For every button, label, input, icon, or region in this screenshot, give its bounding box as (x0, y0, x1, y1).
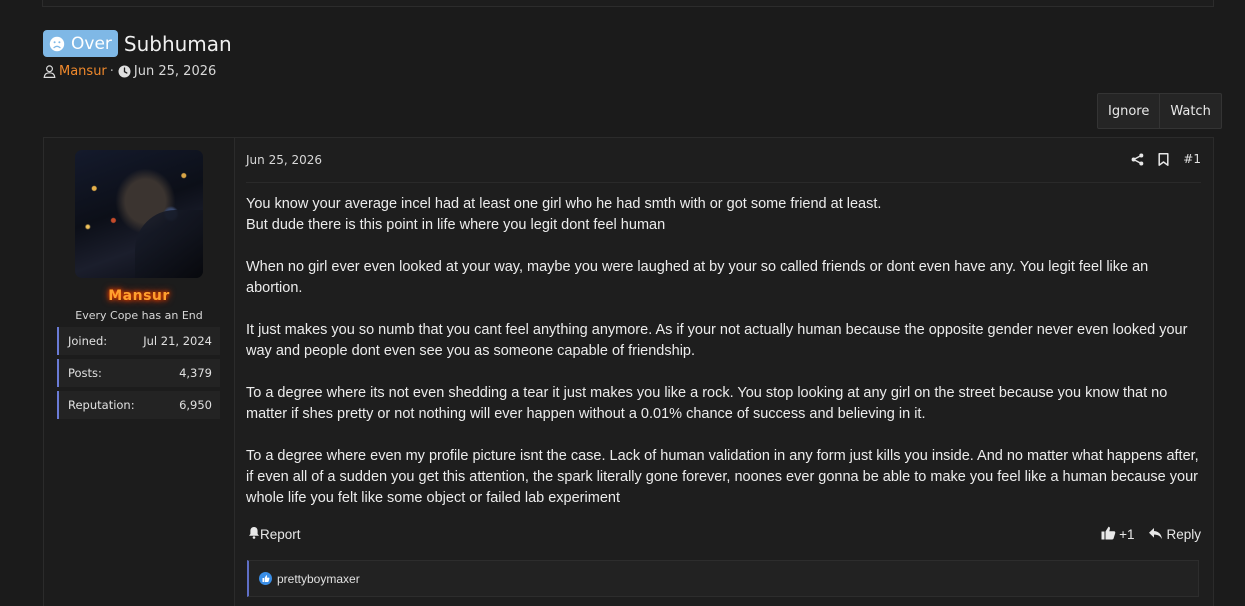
page: Over Subhuman Mansur · Jun 25, 2026 Igno… (0, 0, 1245, 606)
stat-label: Posts: (68, 366, 102, 380)
post-text: You know your average incel had at least… (246, 196, 882, 212)
post: Mansur Every Cope has an End Joined: Jul… (43, 137, 1214, 606)
thread-date[interactable]: Jun 25, 2026 (134, 64, 216, 79)
thread-title-row: Over Subhuman (43, 30, 232, 57)
like-reaction-icon (259, 572, 272, 585)
reactions-bar: prettyboymaxer (247, 560, 1199, 597)
stat-value: 6,950 (179, 398, 212, 412)
thread-button-group: Ignore Watch (1097, 93, 1222, 129)
clock-icon (118, 65, 131, 78)
ignore-button[interactable]: Ignore (1098, 94, 1159, 128)
share-icon[interactable] (1131, 153, 1144, 166)
post-footer-actions: +1 Reply (1101, 526, 1201, 543)
post-user-cell: Mansur Every Cope has an End Joined: Jul… (44, 138, 235, 606)
reply-button[interactable]: Reply (1148, 527, 1201, 543)
post-date[interactable]: Jun 25, 2026 (246, 153, 322, 167)
stat-value[interactable]: 4,379 (179, 366, 212, 380)
thread-title: Subhuman (123, 31, 232, 56)
post-number-link[interactable]: #1 (1183, 152, 1201, 166)
post-paragraph: You know your average incel had at least… (246, 194, 1206, 236)
reply-label: Reply (1166, 527, 1201, 542)
post-paragraph: To a degree where even my profile pictur… (246, 448, 1199, 506)
post-body: You know your average incel had at least… (246, 194, 1206, 530)
like-button[interactable]: +1 (1101, 526, 1134, 543)
bookmark-icon[interactable] (1158, 152, 1169, 166)
user-title: Every Cope has an End (75, 309, 203, 322)
stat-joined: Joined: Jul 21, 2024 (57, 327, 220, 355)
report-button[interactable]: Report (248, 526, 301, 542)
prefix-label: Over (71, 33, 112, 54)
user-stats: Joined: Jul 21, 2024 Posts: 4,379 Reputa… (57, 327, 220, 423)
reaction-users-link[interactable]: prettyboymaxer (277, 572, 360, 586)
thread-meta: Mansur · Jun 25, 2026 (43, 64, 216, 79)
user-icon (43, 65, 56, 78)
watch-button[interactable]: Watch (1159, 94, 1220, 128)
reaction-count: +1 (1119, 527, 1135, 542)
previous-block (42, 0, 1214, 7)
avatar[interactable] (75, 150, 203, 278)
stat-posts: Posts: 4,379 (57, 359, 220, 387)
avatar-image-detail (135, 210, 203, 278)
thread-author-link[interactable]: Mansur (59, 64, 107, 79)
bell-icon (248, 526, 260, 542)
post-footer: Report +1 Reply (246, 524, 1201, 546)
stat-label: Joined: (68, 334, 108, 348)
stat-reputation: Reputation: 6,950 (57, 391, 220, 419)
post-paragraph: To a degree where its not even shedding … (246, 385, 1168, 422)
post-paragraph: It just makes you so numb that you cant … (246, 322, 1188, 359)
meta-separator: · (109, 64, 114, 79)
post-main-cell: Jun 25, 2026 #1 You know your average in… (235, 138, 1213, 606)
thumbs-up-icon (1101, 526, 1116, 543)
thread-prefix-badge[interactable]: Over (43, 30, 118, 57)
report-label: Report (260, 526, 301, 542)
post-username[interactable]: Mansur (44, 288, 234, 304)
post-actions: #1 (1131, 152, 1201, 166)
stat-value: Jul 21, 2024 (143, 334, 212, 348)
stat-label: Reputation: (68, 398, 135, 412)
post-paragraph: When no girl ever even looked at your wa… (246, 259, 1149, 296)
reply-arrow-icon (1148, 527, 1163, 543)
post-header: Jun 25, 2026 #1 (246, 152, 1201, 183)
post-text: But dude there is this point in life whe… (246, 217, 666, 233)
sad-face-icon (49, 36, 65, 52)
